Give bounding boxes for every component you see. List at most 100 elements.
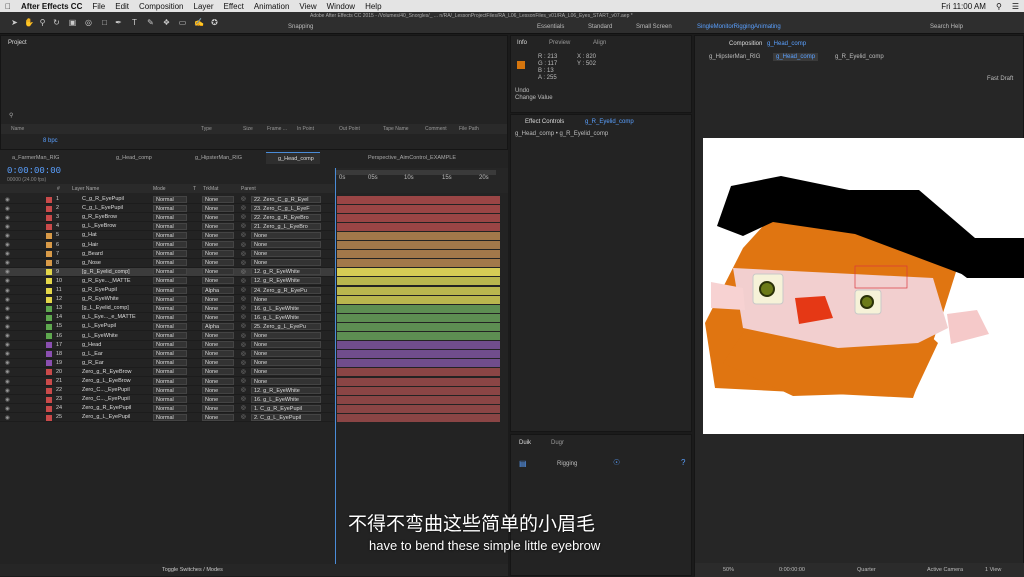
eye-icon[interactable]: ◉ [5,379,11,385]
parent-dropdown[interactable]: 16. g_L_EyeWhite [251,304,321,312]
eye-icon[interactable]: ◉ [5,388,11,394]
mode-dropdown[interactable]: Normal [153,359,187,367]
parent-dropdown[interactable]: None [251,359,321,367]
pen-tool-icon[interactable]: ✒ [114,18,123,27]
tab-preview[interactable]: Preview [549,40,570,46]
label-color[interactable] [46,287,52,294]
layer-name[interactable]: Zero_g_L_EyeBrow [82,378,131,384]
tl-tab-perspective[interactable]: Perspective_AimControl_EXAMPLE [356,152,462,164]
layer-name[interactable]: g_L_EyeBrow [82,223,116,229]
label-color[interactable] [46,251,52,258]
eye-icon[interactable]: ◉ [5,233,11,239]
zoom-tool-icon[interactable]: ⚲ [38,18,47,27]
layer-name[interactable]: g_L_Ear [82,351,103,357]
layer-duration-bar[interactable] [337,350,500,359]
label-color[interactable] [46,269,52,276]
trkmat-dropdown[interactable]: None [202,204,234,212]
label-color[interactable] [46,342,52,349]
eye-icon[interactable]: ◉ [5,315,11,321]
layer-row[interactable]: ◉ 23 Zero_C..._EyePupil Normal None ◎ 16. g_L_… [0,395,334,405]
label-color[interactable] [46,314,52,321]
label-color[interactable] [46,323,52,330]
trkmat-dropdown[interactable]: None [202,368,234,376]
layer-name[interactable]: g_Hat [82,232,97,238]
workspace-essentials[interactable]: Essentials [537,24,564,30]
layer-name[interactable]: g_R_Eye..._MATTE [82,278,131,284]
layer-duration-bar[interactable] [337,241,500,249]
label-color[interactable] [46,360,52,367]
layer-duration-bar[interactable] [337,213,500,222]
col-trkmat[interactable]: TrkMat [203,186,218,192]
layer-row[interactable]: ◉ 7 g_Beard Normal None ◎ None [0,250,334,259]
eye-icon[interactable]: ◉ [5,324,11,330]
parent-dropdown[interactable]: 12. g_R_EyeWhite [251,277,321,285]
layer-row[interactable]: ◉ 10 g_R_Eye..._MATTE Normal None ◎ 12. g_R_Ey… [0,277,334,286]
trkmat-dropdown[interactable]: None [202,259,234,267]
eraser-tool-icon[interactable]: ▭ [178,18,187,27]
mode-dropdown[interactable]: Normal [153,222,187,230]
comp-tab-head[interactable]: g_Head_comp [773,53,819,61]
layer-row[interactable]: ◉ 18 g_L_Ear Normal None ◎ None [0,350,334,359]
view-layout[interactable]: 1 View [985,567,1001,573]
col-layer-name[interactable]: Layer Name [72,186,99,192]
parent-dropdown[interactable]: None [251,295,321,303]
trkmat-dropdown[interactable]: None [202,241,234,248]
trkmat-dropdown[interactable]: None [202,404,234,412]
trkmat-dropdown[interactable]: None [202,341,234,349]
parent-dropdown[interactable]: None [251,368,321,376]
mode-dropdown[interactable]: Normal [153,322,187,330]
layer-duration-bar[interactable] [337,332,500,340]
tl-tab-farmer[interactable]: a_FarmerMan_RIG [0,152,65,164]
brush-tool-icon[interactable]: ✎ [146,18,155,27]
layer-name[interactable]: C_g_R_EyePupil [82,196,124,202]
layer-row[interactable]: ◉ 12 g_R_EyeWhite Normal None ◎ None [0,295,334,305]
pickwhip-icon[interactable]: ◎ [241,242,246,248]
label-color[interactable] [46,305,52,312]
layer-duration-bar[interactable] [337,277,500,286]
layer-row[interactable]: ◉ 2 C_g_L_EyePupil Normal None ◎ 23. Zero_C_g_… [0,204,334,214]
layer-duration-bar[interactable] [337,268,500,277]
layer-name[interactable]: Zero_g_L_EyePupil [82,414,130,420]
col-name[interactable]: Name [11,126,24,132]
parent-dropdown[interactable]: None [251,341,321,349]
label-color[interactable] [46,205,52,212]
toggle-switches-modes[interactable]: Toggle Switches / Modes [162,567,223,573]
roto-tool-icon[interactable]: ✍ [194,18,204,27]
mode-dropdown[interactable]: Normal [153,332,187,339]
workspace-standard[interactable]: Standard [588,24,612,30]
trkmat-dropdown[interactable]: None [202,359,234,367]
mode-dropdown[interactable]: Normal [153,204,187,212]
menu-help[interactable]: Help [360,2,386,11]
mode-dropdown[interactable]: Normal [153,368,187,376]
menu-view[interactable]: View [294,2,321,11]
trkmat-dropdown[interactable]: None [202,213,234,221]
col-t[interactable]: T [193,186,196,192]
layer-duration-bar[interactable] [337,404,500,413]
time-ruler[interactable]: 0s 05s 10s 15s 20s [334,168,508,193]
layer-row[interactable]: ◉ 24 Zero_g_R_EyePupil Normal None ◎ 1. C_g_R_… [0,404,334,414]
type-tool-icon[interactable]: T [130,18,139,27]
comp-tab-eyelid[interactable]: g_R_Eyelid_comp [835,54,884,60]
layer-duration-bar[interactable] [337,322,500,331]
tab-info[interactable]: Info [517,40,527,46]
eye-icon[interactable]: ◉ [5,278,11,284]
mode-dropdown[interactable]: Normal [153,386,187,394]
pickwhip-icon[interactable]: ◎ [241,251,246,257]
col-comment[interactable]: Comment [425,126,447,132]
eye-icon[interactable]: ◉ [5,397,11,403]
pickwhip-icon[interactable]: ◎ [241,232,246,238]
fast-draft[interactable]: Fast Draft [987,76,1013,82]
eye-icon[interactable]: ◉ [5,288,11,294]
snapping-toggle[interactable]: Snapping [288,24,313,30]
layer-duration-bar[interactable] [337,341,500,350]
col-out[interactable]: Out Point [339,126,360,132]
label-color[interactable] [46,351,52,358]
layer-row[interactable]: ◉ 13 [g_L_Eyelid_comp] Normal None ◎ 16. g_L_E… [0,304,334,314]
layer-row[interactable]: ◉ 15 g_L_EyePupil Normal Alpha ◎ 25. Zero_g_L_… [0,322,334,332]
trkmat-dropdown[interactable]: Alpha [202,286,234,294]
layer-duration-bar[interactable] [337,377,500,386]
layer-duration-bar[interactable] [337,222,500,231]
pickwhip-icon[interactable]: ◎ [241,369,246,375]
app-menu[interactable]: After Effects CC [16,2,87,11]
menu-list-icon[interactable]: ☰ [1007,2,1024,11]
